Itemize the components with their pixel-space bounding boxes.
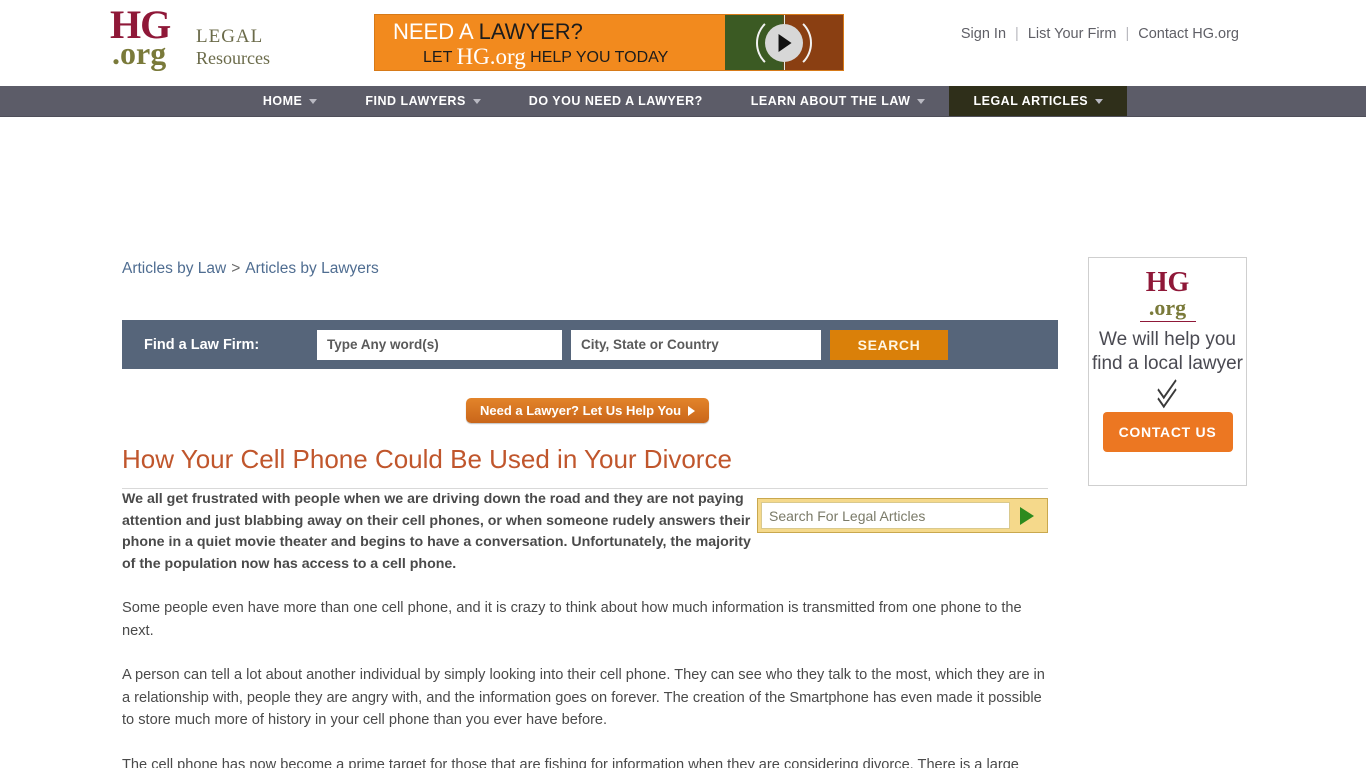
breadcrumb-articles-by-law[interactable]: Articles by Law [122,260,226,277]
firm-location-input[interactable] [571,329,821,360]
breadcrumb: Articles by Law > Articles by Lawyers [122,260,379,278]
play-circle [765,23,803,62]
banner-play-area[interactable] [725,15,843,70]
sidebar-contact-card[interactable]: HG .org We will help you find a local la… [1088,257,1247,486]
banner-line1-dark: LAWYER? [478,19,583,44]
breadcrumb-arrow: > [231,260,241,277]
nav-item-home-label: HOME [262,94,303,108]
nav-item-legal-articles[interactable]: LEGAL ARTICLES [949,86,1128,116]
banner-line-2: LET HG.org HELP YOU TODAY [423,44,668,70]
banner-line2-brand: HG.org [456,44,526,69]
legal-articles-search [757,498,1048,533]
chevron-down-icon [472,98,481,104]
nav-items: HOME FIND LAWYERS DO YOU NEED A LAWYER? … [239,86,1128,116]
chevron-down-icon [309,98,318,104]
nav-item-do-you-need-a-lawyer-label: DO YOU NEED A LAWYER? [528,94,703,108]
contact-us-button[interactable]: CONTACT US [1102,412,1233,452]
nav-item-home[interactable]: HOME [239,86,342,116]
main-navigation: HOME FIND LAWYERS DO YOU NEED A LAWYER? … [0,86,1366,117]
logo-org-text: .org [112,35,167,71]
sidebar-headline: We will help you find a local lawyer [1091,329,1244,374]
banner-line2-post: HELP YOU TODAY [525,49,669,66]
banner-line-1: NEED A LAWYER? [393,19,583,45]
sign-in-link[interactable]: Sign In [952,26,1015,42]
play-icon [778,33,792,52]
search-submit-button[interactable] [1010,501,1044,530]
article-paragraph: A person can tell a lot about another in… [122,667,1045,728]
logo-legal-text: LEGAL [196,26,264,47]
arrow-right-icon [688,405,696,416]
sidebar-logo-org: .org [1148,295,1187,320]
need-a-lawyer-banner-ad[interactable]: NEED A LAWYER? LET HG.org HELP YOU TODAY [374,14,844,71]
sidebar-logo-rule [1139,321,1196,322]
nav-item-legal-articles-label: LEGAL ARTICLES [973,94,1089,108]
find-a-law-firm-label: Find a Law Firm: [144,336,260,353]
nav-item-learn-about-the-law[interactable]: LEARN ABOUT THE LAW [727,86,950,116]
need-a-lawyer-cta-button[interactable]: Need a Lawyer? Let Us Help You [466,398,710,423]
firm-keyword-input[interactable] [317,329,562,360]
breadcrumb-articles-by-lawyers[interactable]: Articles by Lawyers [245,260,379,277]
page-title: How Your Cell Phone Could Be Used in You… [122,444,1048,489]
article-paragraph: The cell phone has now become a prime ta… [122,756,1019,768]
nav-item-find-lawyers[interactable]: FIND LAWYERS [341,86,504,116]
list-your-firm-link[interactable]: List Your Firm [1019,26,1126,42]
article-lead-paragraph: We all get frustrated with people when w… [122,491,751,572]
utility-links: Sign In | List Your Firm | Contact HG.org [952,26,1248,42]
site-header: HG .org LEGAL Resources NEED A LAWYER? L… [0,0,1366,86]
chevron-down-icon [917,98,926,104]
article-paragraph: Some people even have more than one cell… [122,600,1022,639]
double-chevron-down-icon [1148,371,1188,409]
hg-logo[interactable]: HG .org LEGAL Resources [110,5,280,74]
need-a-lawyer-cta-label: Need a Lawyer? Let Us Help You [480,403,682,418]
sidebar-logo-hg: HG [1145,267,1190,298]
firm-search-button[interactable]: SEARCH [830,329,948,360]
arrow-right-icon [1020,506,1034,525]
nav-item-find-lawyers-label: FIND LAWYERS [365,94,466,108]
banner-line2-pre: LET [423,49,457,66]
search-input[interactable] [761,502,1010,529]
banner-line1-white: NEED A [393,19,479,44]
contact-hg-link[interactable]: Contact HG.org [1129,26,1248,42]
find-a-law-firm-bar: Find a Law Firm: SEARCH [122,320,1058,369]
article-body: Some people even have more than one cell… [122,597,1048,768]
nav-item-learn-about-the-law-label: LEARN ABOUT THE LAW [750,94,911,108]
banner-text: NEED A LAWYER? LET HG.org HELP YOU TODAY [375,15,727,70]
logo-resources-text: Resources [196,48,270,68]
chevron-down-icon [1095,98,1104,104]
nav-item-do-you-need-a-lawyer[interactable]: DO YOU NEED A LAWYER? [505,86,727,116]
